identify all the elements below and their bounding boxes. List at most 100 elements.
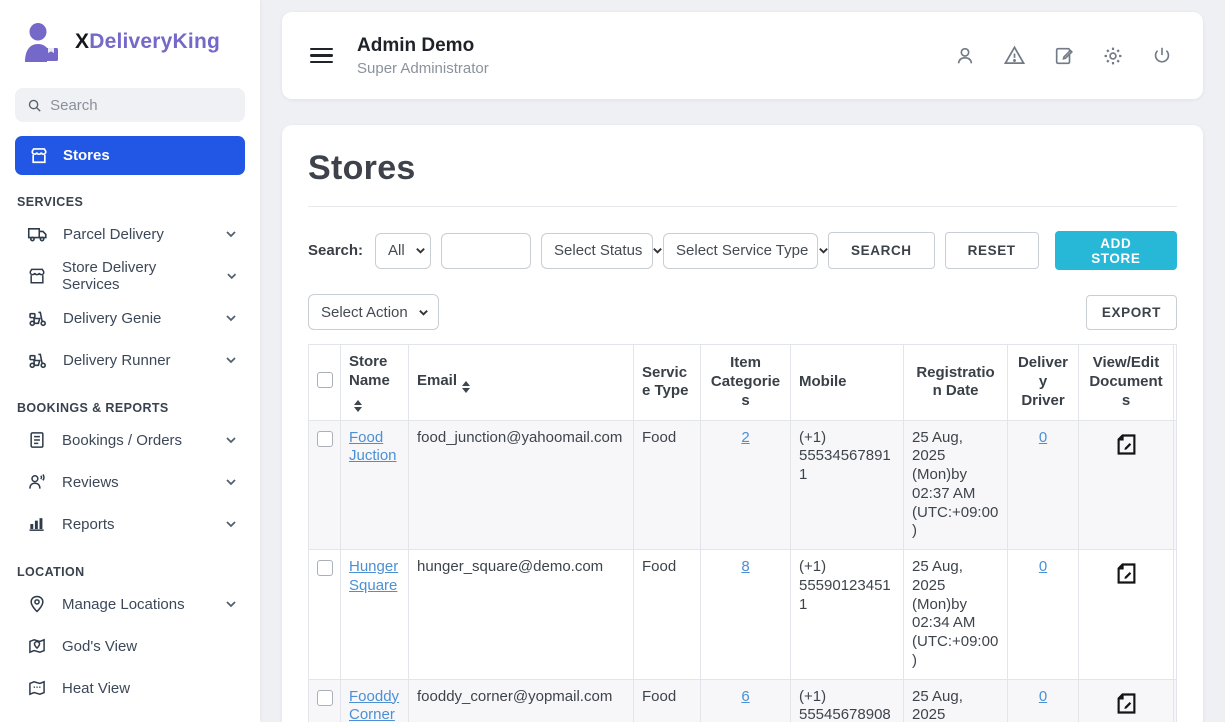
export-button[interactable]: EXPORT [1086, 295, 1177, 330]
table-row: Fooddy Corner fooddy_corner@yopmail.com … [309, 679, 1177, 722]
brand-logo: XDeliveryKing [17, 18, 245, 66]
delivery-driver-link[interactable]: 0 [1039, 688, 1047, 705]
row-checkbox[interactable] [317, 690, 333, 706]
search-button[interactable]: SEARCH [828, 232, 935, 269]
bar-chart-icon [27, 514, 47, 534]
sidebar-search[interactable] [15, 88, 245, 122]
store-name-link[interactable]: Food Juction [349, 429, 397, 465]
store-mobile: (+1) 555345678911 [791, 420, 904, 550]
edit-note-icon[interactable] [1053, 45, 1075, 67]
sidebar-item-label: Parcel Delivery [63, 226, 164, 243]
chevron-down-icon [225, 354, 237, 366]
sidebar-item-stores[interactable]: Stores [15, 136, 245, 175]
document-icon [27, 430, 47, 450]
sidebar-item-store-delivery-services[interactable]: Store Delivery Services [15, 255, 245, 297]
map-marker-icon [27, 636, 47, 656]
scooter-icon [27, 308, 48, 329]
row-checkbox[interactable] [317, 560, 333, 576]
item-categories-link[interactable]: 8 [741, 558, 749, 575]
storefront-icon [29, 146, 49, 166]
user-icon[interactable] [954, 45, 976, 67]
sidebar-item-parcel-delivery[interactable]: Parcel Delivery [15, 213, 245, 255]
delivery-person-icon [17, 18, 65, 66]
view-edit-documents-icon[interactable] [1113, 560, 1140, 593]
section-title-bookings-reports: BOOKINGS & REPORTS [17, 401, 245, 415]
sidebar-item-label: Manage Locations [62, 596, 185, 613]
status-select[interactable]: Select Status [541, 233, 653, 269]
sidebar-item-bookings-orders[interactable]: Bookings / Orders [15, 419, 245, 461]
sidebar-item-label: Reports [62, 516, 115, 533]
bulk-action-select[interactable]: Select Action [308, 294, 439, 330]
row-checkbox[interactable] [317, 431, 333, 447]
column-delivery-driver: Delivery Driver [1008, 345, 1079, 421]
sidebar-item-label: Store Delivery Services [62, 259, 211, 293]
table-header-row: Store Name Email Service Type Item Categ… [309, 345, 1177, 421]
section-title-services: SERVICES [17, 195, 245, 209]
column-store-name[interactable]: Store Name [341, 345, 409, 421]
sidebar-item-delivery-runner[interactable]: Delivery Runner [15, 339, 245, 381]
chevron-down-icon [226, 270, 237, 282]
sidebar-item-label: Heat View [62, 680, 130, 697]
stores-table: Store Name Email Service Type Item Categ… [308, 344, 1177, 722]
brand-name: XDeliveryKing [75, 30, 220, 54]
sidebar-item-delivery-genie[interactable]: Delivery Genie [15, 297, 245, 339]
sidebar-item-label: Delivery Genie [63, 310, 161, 327]
add-store-button[interactable]: ADD STORE [1055, 231, 1177, 270]
gear-icon[interactable] [1102, 45, 1124, 67]
page-title: Stores [308, 149, 1177, 188]
map-icon [27, 678, 47, 698]
column-mobile: Mobile [791, 345, 904, 421]
view-edit-documents-icon[interactable] [1113, 431, 1140, 464]
item-categories-link[interactable]: 6 [741, 688, 749, 705]
scooter-icon [27, 350, 48, 371]
view-edit-documents-icon[interactable] [1113, 690, 1140, 722]
reset-button[interactable]: RESET [945, 232, 1039, 269]
service-type-select[interactable]: Select Service Type [663, 233, 818, 269]
store-mobile: (+1) 555456789081 [791, 679, 904, 722]
sidebar-item-heat-view[interactable]: Heat View [15, 667, 245, 709]
person-sound-icon [27, 472, 47, 492]
store-name-link[interactable]: Fooddy Corner [349, 688, 399, 722]
search-scope-select[interactable]: All [375, 233, 431, 269]
sidebar-item-reviews[interactable]: Reviews [15, 461, 245, 503]
stores-page: Stores Search: All Select Status Select … [282, 125, 1203, 722]
item-categories-link[interactable]: 2 [741, 429, 749, 446]
column-view-edit-documents: View/Edit Documents [1079, 345, 1174, 421]
chevron-down-icon [415, 245, 426, 256]
column-item-categories: Item Categories [701, 345, 791, 421]
delivery-driver-link[interactable]: 0 [1039, 429, 1047, 446]
store-name-link[interactable]: Hunger Square [349, 558, 398, 594]
select-all-checkbox[interactable] [317, 372, 333, 388]
top-header: Admin Demo Super Administrator [282, 12, 1203, 99]
column-email[interactable]: Email [409, 345, 634, 421]
power-icon[interactable] [1151, 45, 1173, 67]
column-registration-date: Registration Date [904, 345, 1008, 421]
storefront-icon [27, 266, 47, 287]
sidebar-item-gods-view[interactable]: God's View [15, 625, 245, 667]
chevron-down-icon [225, 312, 237, 324]
chevron-down-icon [225, 476, 237, 488]
sidebar-item-label: Bookings / Orders [62, 432, 182, 449]
chevron-down-icon [418, 307, 429, 318]
truck-icon [27, 224, 48, 245]
chevron-down-icon [225, 518, 237, 530]
sidebar-item-label: God's View [62, 638, 137, 655]
alert-triangle-icon[interactable] [1003, 44, 1026, 67]
chevron-down-icon [225, 598, 237, 610]
admin-role: Super Administrator [357, 60, 489, 77]
search-keyword-input[interactable] [441, 233, 531, 269]
store-email: hunger_square@demo.com [409, 550, 634, 680]
hamburger-menu-icon[interactable] [310, 44, 333, 68]
chevron-down-icon [225, 228, 237, 240]
registration-date: 25 Aug, 2025 (Mon)by 02:34 AM (UTC:+09:0… [904, 550, 1008, 680]
sidebar: XDeliveryKing Stores SERVICES Parcel Del… [0, 0, 260, 722]
sort-icon [354, 400, 362, 412]
sidebar-item-reports[interactable]: Reports [15, 503, 245, 545]
sidebar-item-label: Delivery Runner [63, 352, 171, 369]
search-input[interactable] [50, 97, 233, 114]
service-type: Food [634, 420, 701, 550]
sidebar-item-manage-locations[interactable]: Manage Locations [15, 583, 245, 625]
sort-icon [462, 381, 470, 393]
delivery-driver-link[interactable]: 0 [1039, 558, 1047, 575]
column-service-type: Service Type [634, 345, 701, 421]
